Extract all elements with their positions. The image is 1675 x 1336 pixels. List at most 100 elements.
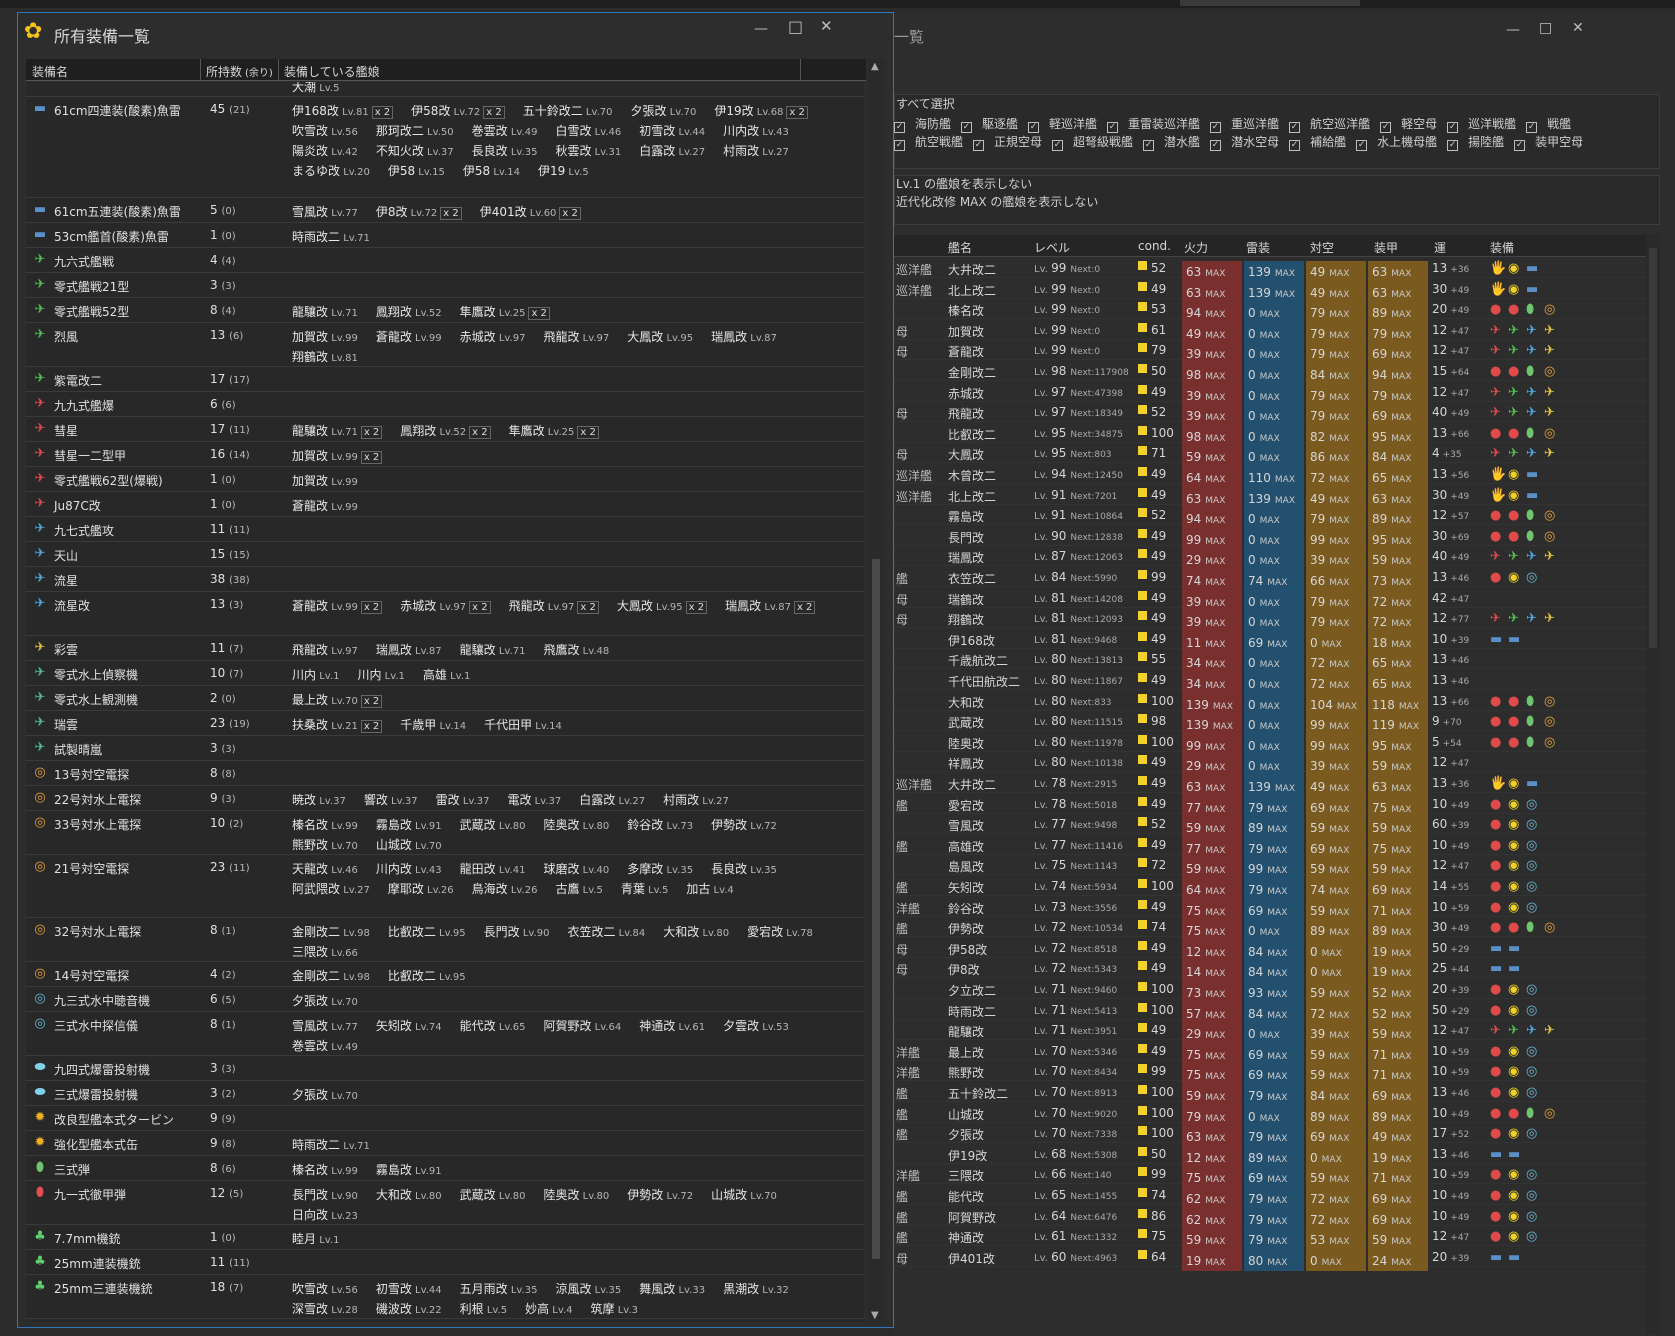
equipment-row[interactable]: ✈ 彩雲 11 (7) 飛龍改 Lv.97 瑞鳳改 Lv.87 龍驤改 Lv.71 飛鷹改 … (26, 637, 864, 661)
ship-row[interactable]: 伊168改 Lv. 81 Next:9468 49 11 MAX 69 MAX 0 MAX 18 MA… (894, 628, 1654, 653)
filter-checkbox[interactable]: ✓ 水上機母艦 (1356, 135, 1437, 151)
ship-row[interactable]: 金剛改二 Lv. 98 Next:117908 50 98 MAX 0 MAX 84 MAX 94 M… (894, 360, 1654, 385)
ship-row[interactable]: 艦能代改 Lv. 65 Next:1455 74 62 MAX 79 MAX 72 MAX 69 MA… (894, 1184, 1654, 1209)
equipment-row[interactable]: ✈ 瑞雲 23 (19) 扶桑改 Lv.21 x 2 千歳甲 Lv.14 千代田甲 Lv.1… (26, 712, 864, 736)
equipment-row[interactable]: ✈ 流星改 13 (3) 蒼龍改 Lv.99 x 2 赤城改 Lv.97 x 2 飛龍改 Lv… (26, 593, 864, 636)
scrollbar-thumb[interactable] (1649, 248, 1657, 648)
ship-row[interactable]: 巡洋艦 木曾改二 Lv. 94 Next:12450 49 64 MAX 110 MAX 72 MA… (894, 463, 1654, 488)
checkbox-icon[interactable]: ✓ (894, 140, 905, 151)
filter-checkbox[interactable]: ✓ 揚陸艦 (1447, 135, 1504, 151)
equipment-row[interactable]: ◎ 13号対空電探 8 (8) (26, 762, 864, 786)
ship-row[interactable]: 千代田航改二 Lv. 80 Next:11867 49 34 MAX 0 MAX 72 MAX 65… (894, 669, 1654, 694)
filter-checkbox[interactable]: ✓ 軽空母 (1380, 117, 1437, 133)
column-header[interactable]: 艦名 (948, 239, 972, 256)
equipment-row[interactable]: ⬬ 九四式爆雷投射機 3 (3) (26, 1057, 864, 1081)
ship-row[interactable]: 艦阿賀野改 Lv. 64 Next:6476 86 62 MAX 79 MAX 72 MAX 69 M… (894, 1205, 1654, 1230)
close-icon[interactable]: ✕ (1572, 20, 1584, 36)
ship-row[interactable]: 大和改 Lv. 80 Next:833 100 139 MAX 0 MAX 104 MAX 118 M… (894, 690, 1654, 715)
ship-row[interactable]: 夕立改二 Lv. 71 Next:9460 100 73 MAX 93 MAX 59 MAX 52 M… (894, 978, 1654, 1003)
checkbox-icon[interactable]: ✓ (1447, 122, 1459, 133)
equipment-row[interactable]: ◎ 22号対水上電探 9 (3) 暁改 Lv.37 響改 Lv.37 雷改 Lv.37 電改… (26, 787, 864, 811)
checkbox-icon[interactable]: ✓ (961, 122, 973, 133)
equipment-row[interactable]: ✈ 試製晴嵐 3 (3) (26, 737, 864, 761)
ship-row[interactable]: 巡洋艦 北上改二 Lv. 99 Next:0 49 63 MAX 139 MAX 49 MAX 63 M… (894, 278, 1654, 303)
filter-checkbox[interactable]: ✓ 航空巡洋艦 (1289, 117, 1370, 133)
ship-row[interactable]: 洋艦 三隈改 Lv. 66 Next:140 99 75 MAX 69 MAX 59 MAX 71 MA… (894, 1163, 1654, 1189)
ship-row[interactable]: 母大鳳改 Lv. 95 Next:803 71 59 MAX 0 MAX 86 MAX 84 MAX 4… (894, 442, 1654, 468)
ship-row[interactable]: 時雨改二 Lv. 71 Next:5413 100 57 MAX 84 MAX 72 MAX 52 M… (894, 999, 1654, 1024)
checkbox-icon[interactable]: ✓ (1514, 140, 1526, 151)
filter-checkbox[interactable]: ✓ 潜水艦 (1143, 135, 1200, 151)
ship-row[interactable]: 母瑞鶴改 Lv. 81 Next:14208 49 39 MAX 0 MAX 79 MAX 72 MA… (894, 587, 1654, 612)
ship-row[interactable]: 武蔵改 Lv. 80 Next:11515 98 139 MAX 0 MAX 99 MAX 119 M… (894, 710, 1654, 736)
equipment-row[interactable]: ⬮ 九一式徹甲弾 12 (5) 長門改 Lv.90 大和改 Lv.80 武蔵改 Lv.80… (26, 1182, 864, 1225)
equipment-row[interactable]: ♣ 7.7mm機銃 1 (0) 睦月 Lv.1 (26, 1226, 864, 1250)
ship-row[interactable]: 霧島改 Lv. 91 Next:10864 52 94 MAX 0 MAX 79 MAX 89 MAX… (894, 504, 1654, 530)
scroll-up-icon[interactable]: ▲ (871, 61, 879, 72)
column-header[interactable]: 運 (1434, 239, 1446, 256)
ship-row[interactable]: 艦伊勢改 Lv. 72 Next:10534 74 75 MAX 0 MAX 89 MAX 89 MA… (894, 916, 1654, 942)
ship-table-scrollbar[interactable] (1646, 234, 1660, 1334)
hide-lv1-option[interactable]: Lv.1 の艦娘を表示しない (896, 175, 1032, 192)
minimize-icon[interactable]: — (754, 21, 768, 37)
checkbox-icon[interactable]: ✓ (973, 140, 985, 151)
scrollbar-thumb[interactable] (872, 559, 880, 1259)
checkbox-icon[interactable]: ✓ (1356, 140, 1368, 151)
maximize-icon[interactable]: □ (788, 17, 803, 36)
ship-list-window[interactable]: 一覧 — □ ✕ すべて選択 ✓ 海防艦 ✓ 駆逐艦 ✓ 軽巡洋艦 ✓ 重雷装巡洋艦 ✓ 重巡洋艦… (894, 12, 1675, 1336)
ship-row[interactable]: 艦神通改 Lv. 61 Next:1332 75 59 MAX 79 MAX 53 MAX 59 MA… (894, 1225, 1654, 1251)
equipment-row[interactable]: ✈ 紫電改二 17 (17) (26, 368, 864, 392)
checkbox-icon[interactable]: ✓ (1210, 140, 1222, 151)
equipment-row[interactable]: ✈ 零式水上観測機 2 (0) 最上改 Lv.70 x 2 (26, 687, 864, 711)
equipment-row[interactable]: ✈ 天山 15 (15) (26, 543, 864, 567)
checkbox-icon[interactable]: ✓ (1380, 122, 1392, 133)
ship-row[interactable]: 比叡改二 Lv. 95 Next:34875 100 98 MAX 0 MAX 82 MAX 95 M… (894, 422, 1654, 447)
equipment-row[interactable]: ✈ 流星 38 (38) (26, 568, 864, 592)
ship-row[interactable]: 瑞鳳改 Lv. 87 Next:12063 49 29 MAX 0 MAX 39 MAX 59 MAX… (894, 545, 1654, 571)
equipment-row[interactable]: 文月 Lv.10長月 Lv.10菊月 Lv.10三日月 Lv.10朝潮 Lv.9… (26, 82, 864, 97)
checkbox-icon[interactable]: ✓ (1447, 140, 1459, 151)
equipment-row[interactable]: ⬮ 三式弾 8 (6) 榛名改 Lv.99 霧島改 Lv.91 (26, 1157, 864, 1181)
equipment-row[interactable]: ✹ 強化型艦本式缶 9 (8) 時雨改二 Lv.71 (26, 1132, 864, 1156)
ship-row[interactable]: 赤城改 Lv. 97 Next:47398 49 39 MAX 0 MAX 79 MAX 79 MAX… (894, 381, 1654, 406)
equipment-list-window[interactable]: ✿ 所有装備一覧 — □ ✕ 装備名 所持数(余り) 装備している艦娘 文月 L… (17, 12, 894, 1328)
ship-row[interactable]: 艦矢矧改 Lv. 74 Next:5934 100 64 MAX 79 MAX 74 MAX 69 M… (894, 875, 1654, 900)
ship-row[interactable]: 母伊401改 Lv. 60 Next:4963 64 19 MAX 80 MAX 0 MAX 24 M… (894, 1246, 1654, 1271)
equipment-row[interactable]: ✈ 彗星 17 (11) 龍驤改 Lv.71 x 2 鳳翔改 Lv.52 x 2 隼鷹改 Lv… (26, 418, 864, 442)
ship-row[interactable]: 龍驤改 Lv. 71 Next:3951 49 29 MAX 0 MAX 39 MAX 59 MAX 1… (894, 1019, 1654, 1045)
checkbox-icon[interactable]: ✓ (1289, 122, 1301, 133)
column-header[interactable]: cond. (1138, 239, 1171, 253)
filter-checkbox[interactable]: ✓ 正規空母 (973, 135, 1042, 151)
checkbox-icon[interactable]: ✓ (1210, 122, 1222, 133)
filter-checkbox[interactable]: ✓ 駆逐艦 (961, 117, 1018, 133)
filter-checkbox[interactable]: ✓ 補給艦 (1289, 135, 1346, 151)
equipment-row[interactable]: ✹ 改良型艦本式タービン 9 (9) (26, 1107, 864, 1131)
ship-row[interactable]: 長門改 Lv. 90 Next:12838 49 99 MAX 0 MAX 99 MAX 95 MAX… (894, 525, 1654, 550)
close-icon[interactable]: ✕ (820, 17, 833, 35)
ship-row[interactable]: 艦愛宕改 Lv. 78 Next:5018 49 77 MAX 79 MAX 69 MAX 75 MA… (894, 793, 1654, 818)
filter-checkbox[interactable]: ✓ 巡洋戦艦 (1447, 117, 1516, 133)
filter-checkbox[interactable]: ✓ 航空戦艦 (894, 135, 963, 151)
select-all-checkbox[interactable]: すべて選択 (896, 95, 955, 112)
ship-row[interactable]: 艦五十鈴改二 Lv. 70 Next:8913 100 59 MAX 79 MAX 84 MAX 6… (894, 1081, 1654, 1106)
equipment-row[interactable]: ✈ 九六式艦戦 4 (4) (26, 249, 864, 273)
filter-checkbox[interactable]: ✓ 装甲空母 (1514, 135, 1583, 151)
ship-row[interactable]: 雪風改 Lv. 77 Next:9498 52 59 MAX 89 MAX 59 MAX 59 MAX… (894, 813, 1654, 839)
checkbox-icon[interactable]: ✓ (1107, 122, 1119, 133)
checkbox-icon[interactable]: ✓ (1526, 122, 1538, 133)
minimize-icon[interactable]: — (1506, 22, 1520, 38)
filter-checkbox[interactable]: ✓ 重巡洋艦 (1210, 117, 1279, 133)
ship-row[interactable]: 島風改 Lv. 75 Next:1143 72 59 MAX 99 MAX 59 MAX 59 MAX… (894, 854, 1654, 880)
equipment-row[interactable]: ✈ 零式艦戦62型(爆戦) 1 (0) 加賀改 Lv.99 (26, 468, 864, 492)
column-count[interactable]: 所持数 (余り) (206, 63, 273, 80)
equipment-row[interactable]: ◎ 33号対水上電探 10 (2) 榛名改 Lv.99 霧島改 Lv.91 武蔵改 Lv.… (26, 812, 864, 855)
equipment-row[interactable]: ◎ 32号対水上電探 8 (1) 金剛改二 Lv.98 比叡改二 Lv.95 長門改 Lv… (26, 919, 864, 962)
column-header[interactable]: 火力 (1184, 239, 1208, 256)
equipment-row[interactable]: ✈ 九七式艦攻 11 (11) (26, 518, 864, 542)
equipment-row[interactable]: ✈ 九九式艦爆 6 (6) (26, 393, 864, 417)
checkbox-icon[interactable]: ✓ (894, 122, 905, 133)
checkbox-icon[interactable]: ✓ (1028, 122, 1040, 133)
equipment-row[interactable]: ✈ Ju87C改 1 (0) 蒼龍改 Lv.99 (26, 493, 864, 517)
scroll-down-icon[interactable]: ▼ (871, 1310, 879, 1321)
checkbox-icon[interactable]: ✓ (1052, 140, 1064, 151)
